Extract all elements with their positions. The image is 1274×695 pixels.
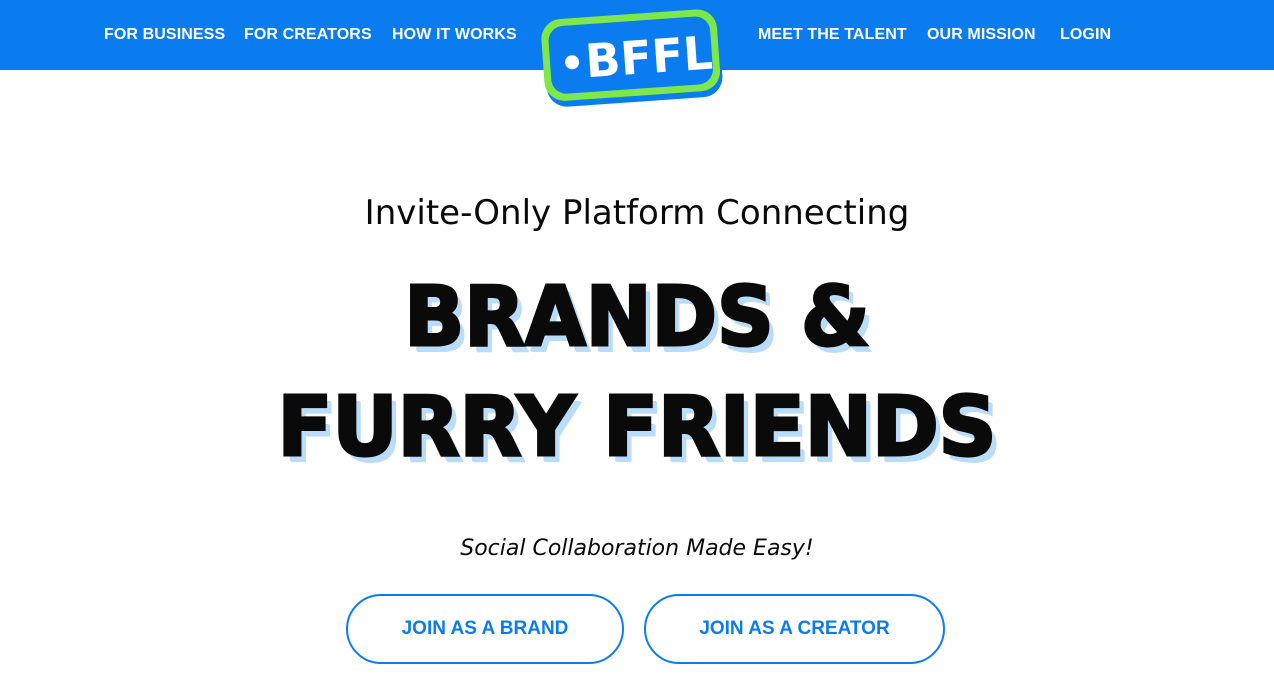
- hero-headline-line1: BRANDS &: [403, 269, 871, 367]
- join-as-creator-label: JOIN AS A CREATOR: [699, 618, 890, 639]
- logo-wordmark: BFFL: [584, 26, 715, 89]
- hero-headline-line2: FURRY FRIENDS: [276, 379, 998, 477]
- join-as-brand-button[interactable]: JOIN AS A BRAND: [346, 594, 624, 664]
- hero-subtagline: Social Collaboration Made Easy!: [460, 536, 814, 561]
- nav-meet-the-talent[interactable]: MEET THE TALENT: [758, 25, 907, 45]
- nav-our-mission[interactable]: OUR MISSION: [927, 25, 1036, 45]
- nav-login[interactable]: LOGIN: [1060, 25, 1111, 45]
- nav-for-creators[interactable]: FOR CREATORS: [244, 25, 372, 45]
- join-as-creator-button[interactable]: JOIN AS A CREATOR: [644, 594, 945, 664]
- nav-how-it-works[interactable]: HOW IT WORKS: [392, 25, 517, 45]
- nav-for-business[interactable]: FOR BUSINESS: [104, 25, 225, 45]
- hero-tagline: Invite-Only Platform Connecting: [364, 193, 910, 233]
- bffl-logo[interactable]: BFFL: [539, 8, 727, 110]
- join-as-brand-label: JOIN AS A BRAND: [401, 618, 569, 639]
